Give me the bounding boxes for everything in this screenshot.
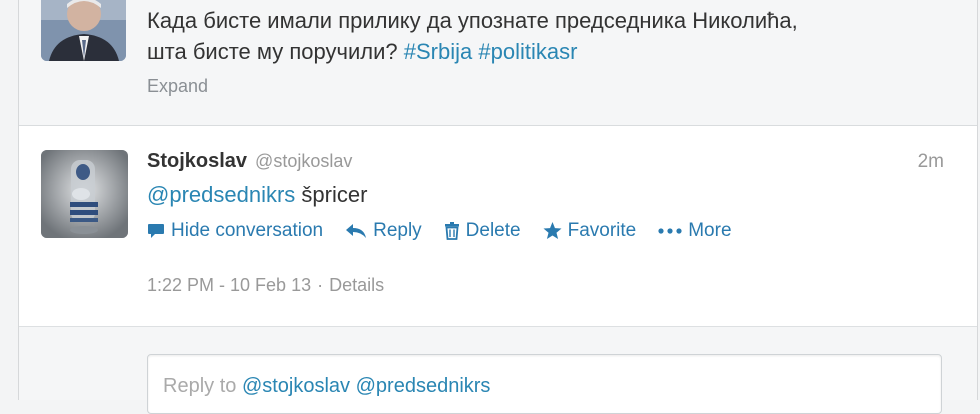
meta-separator: · [317, 275, 324, 295]
reply-input[interactable]: Reply to @stojkoslav @predsednikrs [147, 354, 942, 414]
previous-tweet-line1: Када бисте имали прилику да упознате пре… [147, 8, 798, 33]
hide-conversation-button[interactable]: Hide conversation [147, 220, 323, 242]
reply-button[interactable]: Reply [345, 220, 422, 242]
star-icon [543, 222, 562, 240]
previous-tweet-line2: шта бисте му поручили? #Srbija #politika… [147, 36, 947, 67]
author-row[interactable]: Stojkoslav @stojkoslav [147, 150, 352, 176]
reply-label: Reply [373, 220, 422, 241]
trash-icon [444, 222, 460, 240]
speech-bubble-icon [147, 223, 165, 239]
reply-mention-predsednikrs: @predsednikrs [355, 375, 491, 397]
hashtag-politikasr[interactable]: #politikasr [478, 39, 577, 64]
more-label: More [688, 220, 732, 241]
author-avatar[interactable] [41, 150, 128, 238]
tweet-mention[interactable]: @predsednikrs [147, 182, 295, 207]
tweet-time[interactable]: 2m [918, 151, 944, 173]
hashtag-srbija[interactable]: #Srbija [404, 39, 472, 64]
more-button[interactable]: More [658, 220, 732, 242]
expand-link[interactable]: Expand [147, 76, 208, 97]
reply-mention-stojkoslav: @stojkoslav [241, 375, 351, 397]
author-username[interactable]: @stojkoslav [255, 151, 352, 172]
tweet-timestamp[interactable]: 1:22 PM - 10 Feb 13 [147, 275, 311, 296]
previous-tweet-line2-text: шта бисте му поручили? [147, 39, 398, 64]
hide-conversation-label: Hide conversation [171, 220, 324, 241]
previous-tweet-avatar[interactable] [41, 0, 126, 61]
reply-placeholder: Reply to @stojkoslav @predsednikrs [163, 375, 490, 398]
ellipsis-icon [658, 227, 682, 235]
tweet-actions: Hide conversation Reply Delete Favorite … [147, 218, 754, 244]
favorite-label: Favorite [567, 220, 637, 241]
previous-tweet-text: Када бисте имали прилику да упознате пре… [147, 5, 947, 67]
details-link[interactable]: Details [329, 275, 384, 296]
tweet-body: špricer [301, 182, 368, 207]
favorite-button[interactable]: Favorite [543, 220, 637, 242]
delete-button[interactable]: Delete [444, 220, 521, 242]
tweet-text: @predsednikrs špricer [147, 182, 367, 208]
reply-arrow-icon [345, 223, 367, 239]
delete-label: Delete [465, 220, 521, 241]
tweet-meta: 1:22 PM - 10 Feb 13 · Details [147, 275, 384, 296]
reply-prefix: Reply to [163, 375, 237, 397]
author-fullname[interactable]: Stojkoslav [147, 150, 247, 173]
